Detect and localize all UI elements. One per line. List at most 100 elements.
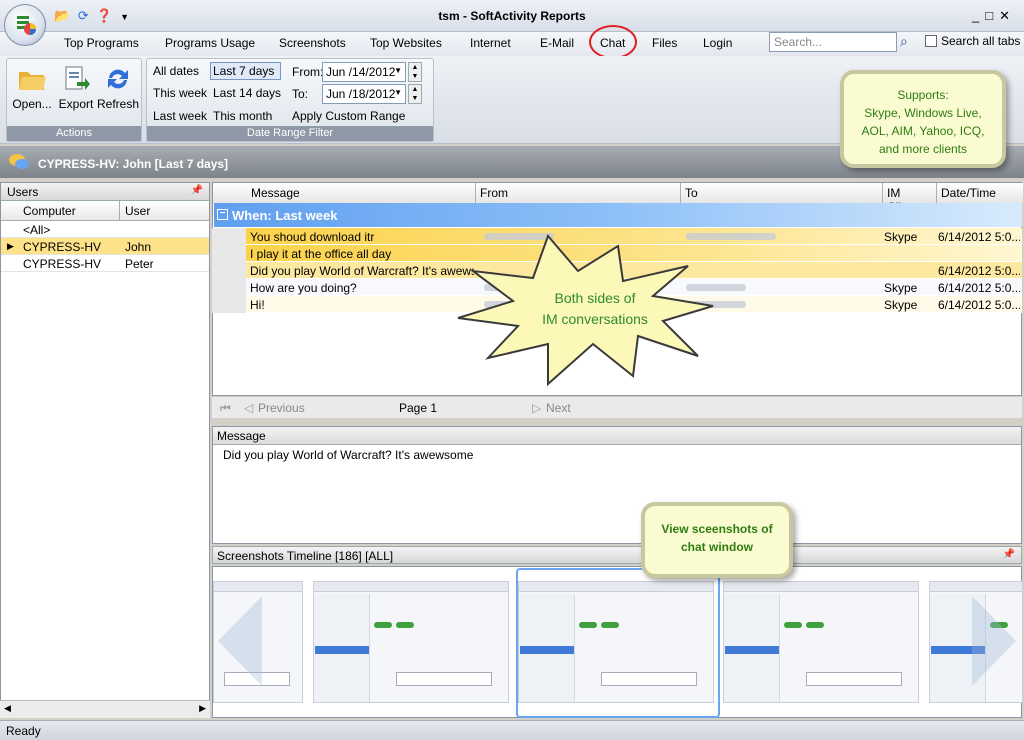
user-cell: John — [125, 240, 152, 254]
window-title: tsm - SoftActivity Reports — [438, 9, 586, 23]
to-date-spinner[interactable]: ▲ ▼ — [408, 84, 422, 104]
client-cell: Skype — [884, 281, 918, 295]
user-column-header[interactable]: User — [125, 204, 150, 218]
folder-open-icon — [19, 72, 46, 90]
tab-top-websites[interactable]: Top Websites — [366, 36, 446, 50]
next-button[interactable]: Next — [546, 401, 571, 415]
starburst-text: Both sides of IM conversations — [520, 288, 670, 330]
message-cell: How are you doing? — [250, 281, 357, 295]
next-icon[interactable]: ▷ — [532, 401, 541, 415]
tab-email[interactable]: E-Mail — [536, 36, 578, 50]
from-label: From: — [292, 65, 324, 79]
timeline-scroll-left-icon[interactable] — [218, 596, 262, 686]
timeline-header: Screenshots Timeline [186] [ALL] 📌 — [212, 546, 1022, 564]
datetime-cell: 6/14/2012 5:0... — [938, 298, 1020, 312]
pin-icon[interactable]: 📌 — [1003, 549, 1015, 560]
client-cell: Skype — [884, 298, 918, 312]
message-column-header[interactable]: Message — [213, 183, 476, 203]
last-14-days-option[interactable]: Last 14 days — [213, 86, 281, 100]
row-indicator-icon: ▶ — [7, 241, 14, 251]
pin-icon[interactable]: 📌 — [191, 185, 203, 196]
message-cell: Did you play World of Warcraft? It's awe… — [250, 264, 474, 278]
first-page-icon[interactable]: ⏮ — [220, 401, 231, 416]
tab-programs-usage[interactable]: Programs Usage — [161, 36, 259, 50]
this-month-option[interactable]: This month — [213, 109, 272, 123]
from-date-value: Jun /14/2012 — [326, 65, 396, 79]
last-7-days-option[interactable]: Last 7 days — [210, 62, 281, 80]
row-header-column — [212, 228, 246, 313]
all-dates-option[interactable]: All dates — [153, 64, 199, 78]
collapse-icon[interactable]: − — [217, 209, 228, 220]
timeline-title: Screenshots Timeline [186] [ALL] — [217, 549, 394, 563]
search-input[interactable]: Search... — [769, 32, 897, 52]
search-all-tabs-checkbox[interactable]: Search all tabs — [925, 34, 1020, 48]
computer-cell: CYPRESS-HV — [23, 257, 102, 271]
window-controls: _□✕ — [972, 8, 1016, 24]
users-horizontal-scrollbar[interactable]: ◀ ▶ — [0, 700, 210, 718]
datetime-cell: 6/14/2012 5:0... — [938, 264, 1020, 278]
to-column-header[interactable]: To — [681, 183, 883, 203]
datetime-cell: 6/14/2012 5:0... — [938, 281, 1020, 295]
export-button[interactable]: Export — [54, 64, 98, 111]
computer-cell: <All> — [23, 223, 51, 237]
this-week-option[interactable]: This week — [153, 86, 207, 100]
checkbox-icon[interactable] — [925, 35, 937, 47]
last-week-option[interactable]: Last week — [153, 109, 207, 123]
tab-top-programs[interactable]: Top Programs — [60, 36, 143, 50]
chat-bubbles-icon — [9, 154, 29, 169]
users-panel: Users 📌 Computer User <All> ▶ CYPRESS-HV Jo… — [0, 182, 210, 718]
users-panel-title: Users — [7, 185, 39, 199]
status-text: Ready — [6, 724, 41, 738]
callout-line: chat window — [681, 540, 753, 554]
screenshot-thumbnail[interactable] — [723, 581, 919, 703]
user-row-selected[interactable]: ▶ CYPRESS-HV John — [1, 238, 209, 255]
screenshot-thumbnail[interactable] — [313, 581, 509, 703]
maximize-icon[interactable]: □ — [985, 8, 999, 23]
scroll-left-icon[interactable]: ◀ — [4, 703, 11, 714]
from-date-picker[interactable]: Jun /14/2012 ▼ — [322, 62, 406, 82]
screenshots-callout: View sceenshots of chat window — [641, 502, 793, 578]
close-icon[interactable]: ✕ — [999, 8, 1016, 23]
date-range-group-label: Date Range Filter — [147, 126, 433, 141]
datetime-column-header[interactable]: Date/Time — [937, 183, 1023, 203]
from-column-header[interactable]: From — [476, 183, 681, 203]
to-date-picker[interactable]: Jun /18/2012 ▼ — [322, 84, 406, 104]
client-cell: Skype — [884, 230, 918, 244]
to-date-value: Jun /18/2012 — [326, 87, 396, 101]
user-row[interactable]: CYPRESS-HV Peter — [1, 255, 209, 272]
chevron-down-icon[interactable]: ▼ — [394, 66, 402, 75]
application-menu-button[interactable] — [4, 4, 46, 46]
previous-icon[interactable]: ◁ — [244, 401, 253, 415]
computer-column-header[interactable]: Computer — [23, 204, 76, 218]
callout-line: Supports: — [897, 88, 949, 102]
export-icon — [65, 66, 90, 90]
page-label: Page 1 — [399, 401, 438, 415]
apply-custom-range-button[interactable]: Apply Custom Range — [292, 109, 405, 123]
binoculars-icon[interactable]: ⌕ — [900, 33, 908, 50]
actions-group-label: Actions — [7, 126, 141, 141]
callout-line: Skype, Windows Live, — [864, 106, 982, 120]
message-text: Did you play World of Warcraft? It's awe… — [223, 448, 474, 462]
minimize-icon[interactable]: _ — [972, 8, 985, 23]
tab-login[interactable]: Login — [699, 36, 736, 50]
tab-screenshots[interactable]: Screenshots — [275, 36, 350, 50]
user-row[interactable]: <All> — [1, 221, 209, 238]
tab-files[interactable]: Files — [648, 36, 681, 50]
scroll-right-icon[interactable]: ▶ — [199, 703, 206, 714]
selected-thumbnail-frame — [516, 568, 720, 718]
user-cell: Peter — [125, 257, 154, 271]
refresh-button[interactable]: Refresh — [96, 64, 140, 111]
im-client-column-header[interactable]: IM Client — [883, 183, 937, 214]
tab-internet[interactable]: Internet — [466, 36, 515, 50]
message-panel-title: Message — [213, 427, 1021, 445]
chevron-down-icon[interactable]: ▼ — [394, 88, 402, 97]
refresh-icon — [108, 69, 128, 89]
timeline-scroll-right-icon[interactable] — [972, 596, 1016, 686]
open-button[interactable]: Open... — [10, 64, 54, 111]
chat-tab-highlight — [589, 25, 637, 59]
actions-group: Open... Export Refresh Actions — [6, 58, 142, 142]
previous-button[interactable]: Previous — [258, 401, 305, 415]
group-row[interactable]: − When: Last week — [214, 203, 1022, 227]
from-date-spinner[interactable]: ▲ ▼ — [408, 62, 422, 82]
callout-line: IM conversations — [542, 311, 648, 327]
